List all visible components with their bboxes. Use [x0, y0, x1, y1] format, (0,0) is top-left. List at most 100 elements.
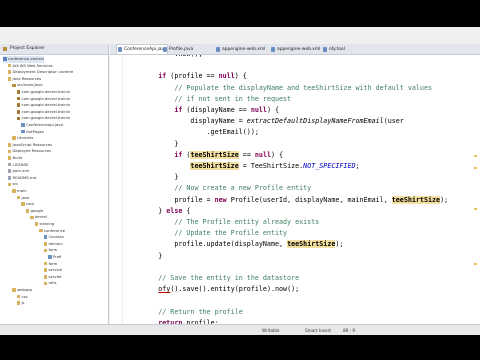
tree-item-label: pom.xml: [12, 168, 30, 174]
tree-item-label: devrel: [35, 214, 47, 220]
tree-item[interactable]: devrel: [30, 214, 47, 221]
tree-item[interactable]: main: [12, 188, 27, 195]
tree-item[interactable]: Java Resources: [7, 75, 42, 83]
folder-icon: [39, 228, 43, 233]
code-editor[interactable]: .now(); if (profile == null) { // Popula…: [110, 55, 480, 324]
tree-item[interactable]: conference: [39, 228, 65, 235]
code-token: teeShirtSize: [190, 150, 239, 159]
code-line: if (displayName == null) {: [126, 105, 279, 116]
java-file-icon: [163, 47, 167, 52]
tree-item[interactable]: Deployment Descriptor: confere: [7, 69, 73, 76]
tree-item[interactable]: Deployed Resources: [7, 148, 52, 155]
project-icon: [3, 57, 7, 61]
tree-item[interactable]: service: [43, 267, 62, 274]
overview-ruler-mark[interactable]: [474, 155, 477, 157]
tree-item-label: Profi: [53, 254, 62, 259]
tree-item[interactable]: js: [16, 300, 25, 307]
tree-item[interactable]: JavaScript Resources: [7, 142, 52, 149]
code-token: }: [126, 173, 179, 182]
tree-item[interactable]: com.google.devrel.trainin: [16, 108, 71, 116]
code-line: // Return the profile: [126, 307, 243, 318]
folder-icon: [43, 281, 47, 286]
code-token: teeShirtSize: [190, 162, 239, 170]
overview-ruler-mark[interactable]: [474, 167, 477, 169]
code-token: else: [166, 206, 183, 215]
tree-item[interactable]: GetPages: [21, 129, 44, 136]
folder-icon: [43, 248, 47, 253]
editor-tab[interactable]: ofy.tool: [322, 45, 345, 54]
code-line: // Now create a new Profile entity: [126, 183, 311, 194]
code-line: }: [126, 251, 162, 262]
java-file-icon: [271, 47, 275, 52]
editor-tab-bar: ConferenceApi.java Profile.java appengine-…: [110, 44, 480, 55]
code-token: (displayName ==: [182, 106, 251, 114]
tree-item[interactable]: ConferenceApi.java: [21, 122, 63, 129]
editor-tab[interactable]: appengine-web.xml: [215, 45, 265, 54]
tree-item[interactable]: css: [16, 294, 28, 301]
tree-item-label: Java Resources: [12, 75, 42, 81]
tree-item[interactable]: com.google.devrel.trainin: [16, 115, 70, 122]
overview-ruler-mark[interactable]: [474, 208, 477, 210]
tree-item[interactable]: Build: [7, 155, 22, 162]
tree-item[interactable]: README.md: [7, 175, 36, 182]
folder-icon: [7, 149, 11, 154]
code-token: ().save().entity(profile).now();: [170, 285, 300, 294]
tree-item[interactable]: Constan: [43, 234, 64, 241]
editor-tab[interactable]: appengine-web.xml: [270, 45, 320, 54]
tree-item[interactable]: form: [43, 261, 57, 268]
tree-item-label: com.google.devrel.trainin: [21, 108, 71, 114]
code-token: // The Profile entity already exists: [126, 218, 320, 226]
tree-item[interactable]: JAX-WS Web Services: [7, 63, 53, 70]
tree-item[interactable]: domain: [43, 241, 63, 248]
tree-item-label: Libraries: [17, 135, 34, 141]
tree-item[interactable]: LICENSE: [7, 161, 29, 169]
tree-item[interactable]: com.google.devrel.trainin: [16, 102, 71, 109]
folder-icon: [43, 275, 47, 279]
tree-item-label: com.google.devrel.trainin: [21, 102, 71, 108]
package-icon: [16, 103, 20, 107]
tree-item[interactable]: src/main/java: [12, 82, 43, 89]
tree-item-label: java: [21, 194, 30, 200]
tree-item[interactable]: com.google.devrel.trainin: [16, 89, 70, 96]
code-line: if (teeShirtSize == null) {: [126, 150, 283, 161]
tree-item[interactable]: servlet: [43, 274, 62, 281]
tree-item-label: src/main/java: [17, 82, 43, 88]
folder-icon: [7, 63, 11, 68]
tree-item[interactable]: conference-central: [3, 56, 44, 63]
code-token: new: [214, 195, 227, 204]
folder-icon: [21, 202, 25, 206]
editor-tab-label: appengine-web.xml: [222, 47, 266, 52]
overview-ruler-mark[interactable]: [474, 263, 477, 265]
tree-item[interactable]: java: [16, 194, 30, 202]
status-insert-mode: Smart Insert: [305, 328, 332, 333]
tree-item[interactable]: form: [43, 247, 57, 254]
tree-item[interactable]: utils: [43, 280, 56, 287]
tree-item[interactable]: webapp: [12, 287, 32, 294]
code-token: teeShirtSize: [391, 195, 441, 204]
tree-item[interactable]: com: [21, 201, 34, 208]
code-token: {: [182, 206, 191, 215]
tree-item[interactable]: Profi: [48, 254, 61, 261]
code-line: }: [126, 172, 178, 183]
code-token: displayName =: [126, 117, 247, 126]
tree-item[interactable]: src: [7, 181, 18, 188]
java-file-icon: [21, 123, 25, 127]
code-token: // Populate the displayName and teeShirt…: [126, 83, 432, 92]
code-token: profile.update(displayName,: [126, 240, 288, 249]
tree-item[interactable]: com.google.devrel.trainin: [16, 96, 70, 103]
tree-item[interactable]: google: [25, 208, 43, 215]
editor-tab[interactable]: ConferenceApi.java: [116, 44, 168, 54]
editor-tab-label: Profile.java: [169, 47, 194, 52]
tree-item-label: Deployed Resources: [12, 148, 52, 154]
tree-item[interactable]: pom.xml: [7, 168, 30, 175]
tree-item[interactable]: training: [34, 221, 54, 228]
code-line: // Update the Profile entity: [126, 228, 287, 239]
tree-item-label: LICENSE: [12, 161, 29, 167]
folder-icon: [7, 70, 11, 74]
editor-tab[interactable]: Profile.java: [162, 45, 193, 54]
tree-item[interactable]: Libraries: [12, 135, 33, 142]
package-icon: [16, 110, 20, 114]
